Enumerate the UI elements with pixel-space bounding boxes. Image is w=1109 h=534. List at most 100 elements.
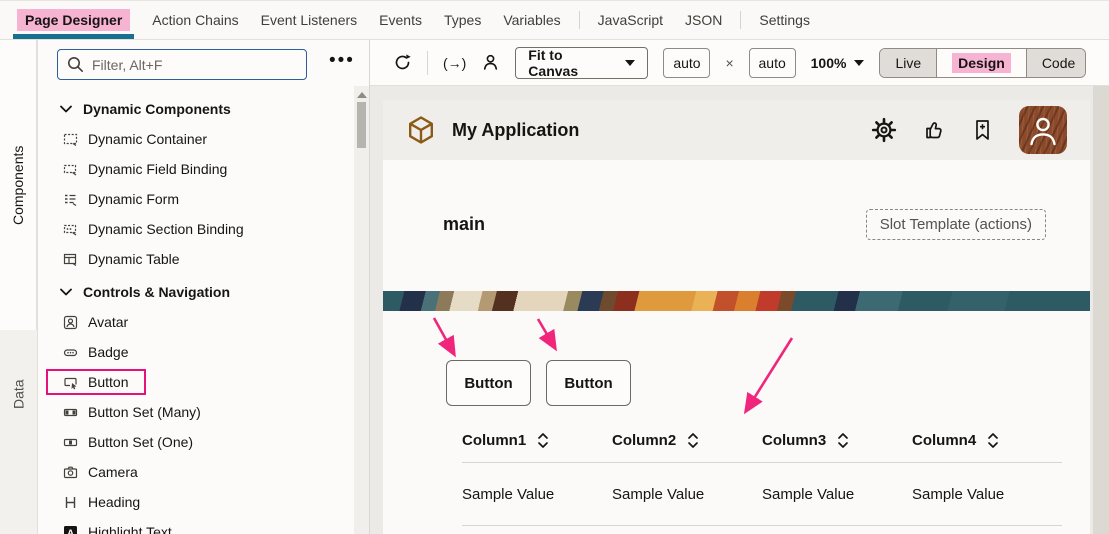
tab-divider <box>579 11 580 29</box>
column-header[interactable]: Column2 <box>612 432 762 449</box>
tab-events[interactable]: Events <box>368 1 433 39</box>
sidebar-item-highlight-text[interactable]: A Highlight Text <box>38 517 369 534</box>
table-cell: Sample Value <box>912 486 1062 503</box>
chevron-down-icon <box>60 288 72 296</box>
column-header[interactable]: Column3 <box>762 432 912 449</box>
tab-divider <box>740 11 741 29</box>
selection-highlight-box: Button <box>46 369 146 395</box>
heading-icon <box>62 495 78 510</box>
table-header-row: Column1 Column2 Column3 Column4 <box>462 418 1062 463</box>
section-controls-navigation[interactable]: Controls & Navigation <box>38 277 369 307</box>
vtab-components[interactable]: Components <box>0 40 37 330</box>
dynamic-form-icon <box>62 192 78 207</box>
caret-down-icon <box>854 60 864 66</box>
mode-switcher: Live Design Code <box>879 48 1086 78</box>
data-table: Column1 Column2 Column3 Column4 Sample V… <box>462 418 1062 526</box>
sidebar-item-dynamic-section-binding[interactable]: Dynamic Section Binding <box>38 214 369 244</box>
canvas-width-input[interactable] <box>663 48 710 78</box>
fit-to-canvas-select[interactable]: Fit to Canvas <box>515 47 648 79</box>
tab-types[interactable]: Types <box>433 1 492 39</box>
user-avatar[interactable] <box>1019 106 1067 154</box>
chevron-down-icon <box>60 105 72 113</box>
section-title: Dynamic Components <box>83 101 231 117</box>
canvas-scrollbar[interactable] <box>1093 86 1109 534</box>
app-header: My Application <box>383 100 1090 160</box>
sidebar-item-camera[interactable]: Camera <box>38 457 369 487</box>
badge-icon <box>62 345 78 360</box>
page-name-heading: main <box>443 214 485 235</box>
component-tree: Dynamic Components Dynamic Container Dyn… <box>38 80 369 534</box>
sidebar-scrollbar[interactable] <box>354 86 369 534</box>
tab-settings[interactable]: Settings <box>748 1 821 39</box>
table-row[interactable]: Sample Value Sample Value Sample Value S… <box>462 463 1062 526</box>
decorative-banner-image <box>383 291 1090 311</box>
sidebar-item-heading[interactable]: Heading <box>38 487 369 517</box>
code-mode-button[interactable]: Code <box>1026 49 1086 77</box>
times-symbol: × <box>725 55 733 71</box>
table-cell: Sample Value <box>762 486 912 503</box>
like-thumbs-up-icon[interactable] <box>923 119 946 142</box>
live-mode-button[interactable]: Live <box>880 49 936 77</box>
tab-action-chains[interactable]: Action Chains <box>141 1 249 39</box>
canvas-button-1[interactable]: Button <box>446 360 531 406</box>
sidebar-item-dynamic-table[interactable]: Dynamic Table <box>38 244 369 274</box>
design-mode-button[interactable]: Design <box>936 49 1026 77</box>
sidebar-item-dynamic-form[interactable]: Dynamic Form <box>38 184 369 214</box>
button-icon <box>62 375 78 390</box>
dynamic-field-binding-icon <box>62 162 78 177</box>
bookmark-add-icon[interactable] <box>972 119 993 142</box>
sidebar-item-avatar[interactable]: Avatar <box>38 307 369 337</box>
table-cell: Sample Value <box>612 486 762 503</box>
section-title: Controls & Navigation <box>83 284 230 300</box>
sort-icon <box>537 432 549 449</box>
section-dynamic-components[interactable]: Dynamic Components <box>38 94 369 124</box>
components-panel: ••• Dynamic Components Dynamic Container… <box>38 40 370 534</box>
page-parameters-icon[interactable]: (→) <box>443 55 466 71</box>
sort-icon <box>837 432 849 449</box>
top-tab-bar: Page Designer Action Chains Event Listen… <box>0 1 1109 40</box>
sort-icon <box>687 432 699 449</box>
caret-down-icon <box>625 60 635 66</box>
app-title: My Application <box>452 120 579 141</box>
app-logo-icon <box>406 115 436 145</box>
sidebar-item-dynamic-container[interactable]: Dynamic Container <box>38 124 369 154</box>
tab-variables[interactable]: Variables <box>492 1 571 39</box>
tab-json[interactable]: JSON <box>674 1 733 39</box>
left-rail: Components Data <box>0 40 38 534</box>
column-header[interactable]: Column4 <box>912 432 1062 449</box>
canvas-height-input[interactable] <box>749 48 796 78</box>
search-icon <box>66 55 85 74</box>
slot-template-placeholder[interactable]: Slot Template (actions) <box>866 209 1046 240</box>
user-context-icon[interactable] <box>481 53 500 72</box>
sidebar-item-button-set-many[interactable]: Button Set (Many) <box>38 397 369 427</box>
overflow-menu-icon[interactable]: ••• <box>329 56 355 74</box>
button-set-one-icon <box>62 435 78 450</box>
tab-page-designer[interactable]: Page Designer <box>6 1 141 39</box>
tab-javascript[interactable]: JavaScript <box>587 1 674 39</box>
page-designer-window: Page Designer Action Chains Event Listen… <box>0 0 1109 534</box>
scrollbar-thumb[interactable] <box>357 102 366 148</box>
sidebar-item-badge[interactable]: Badge <box>38 337 369 367</box>
zoom-select[interactable]: 100% <box>811 55 865 71</box>
filter-input[interactable] <box>57 49 307 80</box>
svg-text:A: A <box>67 528 74 534</box>
toolbar-divider <box>427 51 428 75</box>
camera-icon <box>62 465 78 480</box>
design-canvas[interactable]: My Application <box>370 86 1109 534</box>
sidebar-item-dynamic-field-binding[interactable]: Dynamic Field Binding <box>38 154 369 184</box>
column-header[interactable]: Column1 <box>462 432 612 449</box>
tab-event-listeners[interactable]: Event Listeners <box>250 1 369 39</box>
sort-icon <box>987 432 999 449</box>
button-set-many-icon <box>62 405 78 420</box>
canvas-page[interactable]: My Application <box>383 100 1090 534</box>
canvas-button-2[interactable]: Button <box>546 360 631 406</box>
dynamic-container-icon <box>62 132 78 147</box>
sidebar-item-button-set-one[interactable]: Button Set (One) <box>38 427 369 457</box>
scroll-up-arrow-icon[interactable] <box>357 92 367 98</box>
avatar-icon <box>62 315 78 330</box>
settings-gear-icon[interactable] <box>871 117 897 143</box>
dynamic-section-binding-icon <box>62 222 78 237</box>
vtab-data[interactable]: Data <box>0 330 37 458</box>
refresh-icon[interactable] <box>393 53 412 72</box>
sidebar-item-button[interactable]: Button <box>38 367 369 397</box>
